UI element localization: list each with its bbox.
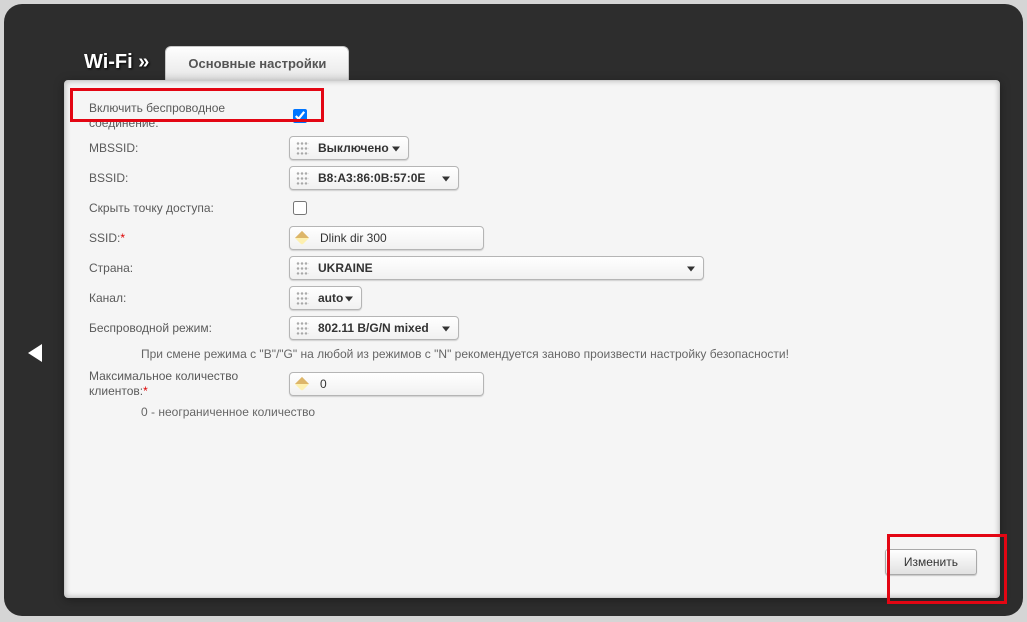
page-title: Wi-Fi »	[84, 51, 149, 80]
bssid-label: BSSID:	[89, 171, 289, 186]
wireless-mode-label: Беспроводной режим:	[89, 321, 289, 336]
max-clients-note: 0 - неограниченное количество	[141, 405, 975, 419]
bssid-select[interactable]: B8:A3:86:0B:57:0E	[289, 166, 459, 190]
ssid-input[interactable]	[289, 226, 484, 250]
header: Wi-Fi » Основные настройки	[84, 46, 349, 80]
max-clients-input[interactable]	[289, 372, 484, 396]
max-clients-label: Максимальное количество клиентов:*	[89, 369, 289, 399]
mbssid-select[interactable]: Выключено	[289, 136, 409, 160]
country-select[interactable]: UKRAINE	[289, 256, 704, 280]
back-arrow-icon[interactable]	[28, 344, 42, 362]
enable-wireless-checkbox[interactable]	[293, 109, 307, 123]
hide-ap-checkbox[interactable]	[293, 201, 307, 215]
country-label: Страна:	[89, 261, 289, 276]
hide-ap-label: Скрыть точку доступа:	[89, 201, 289, 216]
tab-basic-settings[interactable]: Основные настройки	[165, 46, 349, 80]
ssid-label: SSID:*	[89, 231, 289, 246]
wireless-mode-select[interactable]: 802.11 B/G/N mixed	[289, 316, 459, 340]
wireless-mode-note: При смене режима с "B"/"G" на любой из р…	[141, 347, 975, 361]
settings-panel: Включить беспроводное соединение: MBSSID…	[64, 80, 1000, 598]
channel-label: Канал:	[89, 291, 289, 306]
enable-wireless-label: Включить беспроводное соединение:	[89, 101, 289, 131]
mbssid-label: MBSSID:	[89, 141, 289, 156]
app-frame: Wi-Fi » Основные настройки Включить бесп…	[4, 4, 1023, 616]
channel-select[interactable]: auto	[289, 286, 362, 310]
apply-button[interactable]: Изменить	[885, 549, 977, 575]
